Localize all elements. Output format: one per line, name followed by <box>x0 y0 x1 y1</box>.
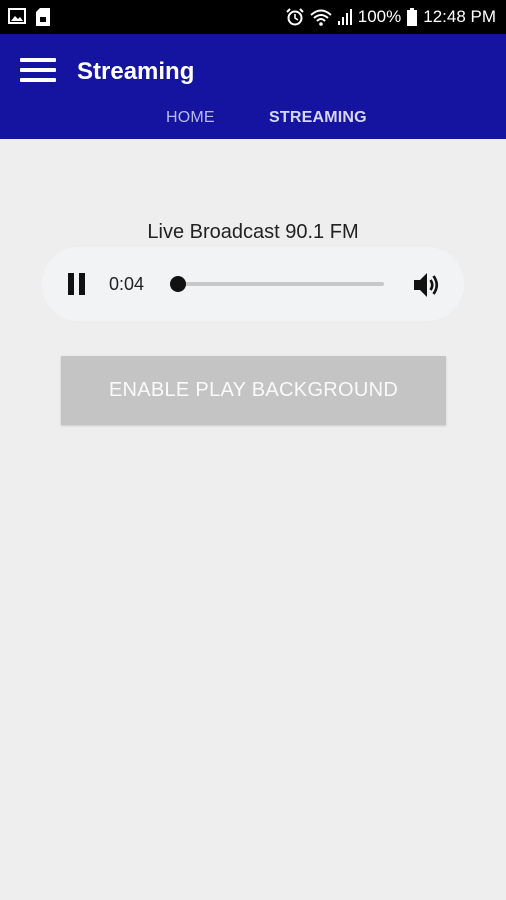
current-time: 0:04 <box>109 274 145 294</box>
sd-card-icon <box>36 8 50 31</box>
alarm-icon <box>286 8 304 26</box>
notification-icons <box>8 8 50 31</box>
seek-thumb[interactable] <box>170 276 186 292</box>
seek-track <box>170 282 384 286</box>
menu-icon[interactable] <box>20 58 56 84</box>
volume-button[interactable] <box>412 271 442 299</box>
image-icon <box>8 8 26 31</box>
pause-button[interactable] <box>67 273 87 295</box>
volume-icon <box>414 273 439 297</box>
broadcast-title: Live Broadcast 90.1 FM <box>147 221 359 243</box>
battery-icon <box>407 8 418 26</box>
clock: 12:48 PM <box>423 7 496 26</box>
page-title: Streaming <box>77 58 195 85</box>
tab-streaming[interactable]: STREAMING <box>269 109 367 127</box>
wifi-icon <box>310 9 332 26</box>
enable-play-background-button[interactable]: ENABLE PLAY BACKGROUND <box>61 356 446 425</box>
system-status: 100% 12:48 PM <box>286 7 496 27</box>
status-bar: 100% 12:48 PM <box>0 0 506 34</box>
battery-percent: 100% <box>357 7 402 26</box>
seek-slider[interactable] <box>170 275 384 293</box>
tab-home[interactable]: HOME <box>166 109 215 127</box>
signal-icon <box>337 9 352 25</box>
audio-player: 0:04 <box>42 247 464 321</box>
app-bar: Streaming HOME STREAMING <box>0 34 506 139</box>
